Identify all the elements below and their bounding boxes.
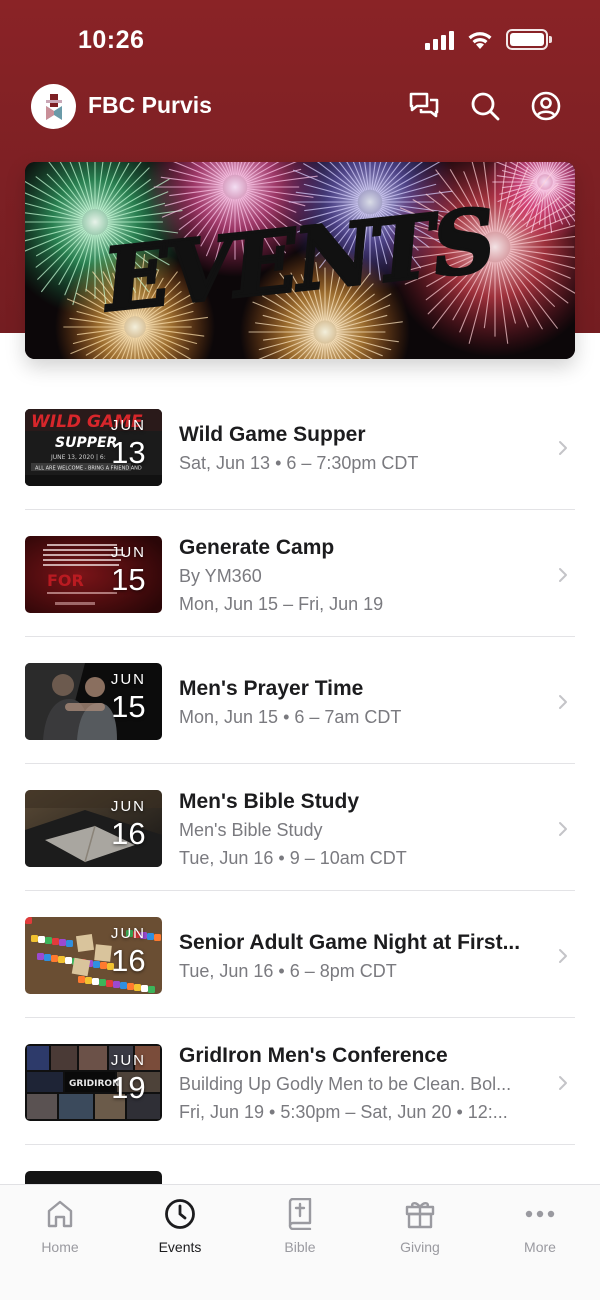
event-time: Mon, Jun 15 • 6 – 7am CDT <box>179 707 402 727</box>
event-title: GridIron Men's Conference <box>179 1044 448 1067</box>
tab-label: Home <box>41 1239 79 1255</box>
event-thumbnail: JUN 16 <box>25 917 162 994</box>
event-title: Generate Camp <box>179 536 335 559</box>
event-time: Tue, Jun 16 • 6 – 8pm CDT <box>179 961 397 981</box>
svg-text:JUNE 13, 2020 | 6:: JUNE 13, 2020 | 6: <box>50 454 106 461</box>
tab-label: More <box>524 1239 556 1255</box>
battery-icon <box>506 29 552 50</box>
bible-icon <box>288 1198 312 1230</box>
more-icon <box>525 1210 555 1218</box>
chevron-right-icon <box>559 949 567 963</box>
event-subtitle: Building Up Godly Men to be Clean. Bol..… <box>179 1074 512 1094</box>
event-time: Sat, Jun 13 • 6 – 7:30pm CDT <box>179 453 419 473</box>
event-date-badge: JUN 13 <box>110 417 146 470</box>
event-thumbnail: GRIDIRON JUN 19 <box>25 1044 162 1121</box>
profile-button[interactable] <box>530 90 562 122</box>
tab-bible[interactable]: Bible <box>240 1185 360 1300</box>
tab-home[interactable]: Home <box>0 1185 120 1300</box>
user-profile-icon <box>531 91 561 121</box>
event-thumbnail: WILD GAME SUPPER JUNE 13, 2020 | 6: ALL … <box>25 409 162 486</box>
chevron-right-icon <box>559 1076 567 1090</box>
event-item-generate-camp[interactable]: FOR JUN 15 Generate Camp By YM360 Mon, Ju… <box>0 510 600 637</box>
svg-text:FOR: FOR <box>47 571 84 590</box>
app-bar: FBC Purvis <box>0 80 600 134</box>
status-icons <box>425 29 552 50</box>
app-actions <box>408 90 562 122</box>
tab-giving[interactable]: Giving <box>360 1185 480 1300</box>
event-thumbnail: FOR JUN 15 <box>25 536 162 613</box>
event-subtitle: Men's Bible Study <box>179 820 323 840</box>
chevron-right-icon <box>559 822 567 836</box>
event-date-badge: JUN 15 <box>110 671 146 724</box>
search-button[interactable] <box>469 90 501 122</box>
event-date-badge: JUN 15 <box>110 544 146 597</box>
event-item-mens-bible-study[interactable]: JUN 16 Men's Bible Study Men's Bible Stud… <box>0 764 600 891</box>
tab-bar: Home Events Bible Giving More <box>0 1184 600 1300</box>
gift-icon <box>405 1202 435 1229</box>
event-item-senior-adult-game-night[interactable]: JUN 16 Senior Adult Game Night at First..… <box>0 891 600 1018</box>
event-subtitle: By YM360 <box>179 566 262 586</box>
tab-events[interactable]: Events <box>120 1185 240 1300</box>
event-time: Fri, Jun 19 • 5:30pm – Sat, Jun 20 • 12:… <box>179 1102 508 1122</box>
chevron-right-icon <box>559 695 567 709</box>
event-date-badge: JUN 19 <box>110 1052 146 1105</box>
messages-button[interactable] <box>408 90 440 122</box>
event-time: Mon, Jun 15 – Fri, Jun 19 <box>179 594 384 614</box>
clock-icon <box>165 1199 195 1229</box>
app-title: FBC Purvis <box>88 92 212 118</box>
event-thumbnail: JUN 16 <box>25 790 162 867</box>
event-item-mens-prayer-time[interactable]: JUN 15 Men's Prayer Time Mon, Jun 15 • 6 … <box>0 637 600 764</box>
search-icon <box>471 92 500 121</box>
event-title: Senior Adult Game Night at First... <box>179 931 521 954</box>
event-thumbnail: JUN 15 <box>25 663 162 740</box>
tab-label: Events <box>158 1239 202 1255</box>
event-item-gridiron-mens-conference[interactable]: GRIDIRON JUN 19 GridIron Men's Conference… <box>0 1018 600 1145</box>
svg-text:SUPPER: SUPPER <box>55 435 117 451</box>
tab-more[interactable]: More <box>480 1185 600 1300</box>
church-logo-icon <box>45 93 62 120</box>
status-time: 10:26 <box>78 26 145 54</box>
event-date-badge: JUN 16 <box>110 798 146 851</box>
chevron-right-icon <box>559 441 567 455</box>
chat-bubbles-icon <box>409 92 439 118</box>
wifi-icon <box>468 32 492 49</box>
fireworks-image: EVENTS <box>25 162 575 359</box>
event-item-wild-game-supper[interactable]: WILD GAME SUPPER JUNE 13, 2020 | 6: ALL … <box>0 383 600 510</box>
event-title: Men's Prayer Time <box>179 677 364 700</box>
event-time: Tue, Jun 16 • 9 – 10am CDT <box>179 848 407 868</box>
cellular-signal-icon <box>425 30 454 50</box>
event-list: WILD GAME SUPPER JUNE 13, 2020 | 6: ALL … <box>0 383 600 1248</box>
event-date-badge: JUN 16 <box>110 925 146 978</box>
status-bar: 10:26 <box>0 0 600 80</box>
church-logo[interactable] <box>31 84 76 129</box>
tab-label: Bible <box>284 1239 316 1255</box>
chevron-right-icon <box>559 568 567 582</box>
home-icon <box>47 1200 73 1228</box>
event-title: Wild Game Supper <box>179 423 366 446</box>
events-banner: EVENTS <box>25 162 575 359</box>
tab-label: Giving <box>400 1239 440 1255</box>
event-title: Men's Bible Study <box>179 790 360 813</box>
